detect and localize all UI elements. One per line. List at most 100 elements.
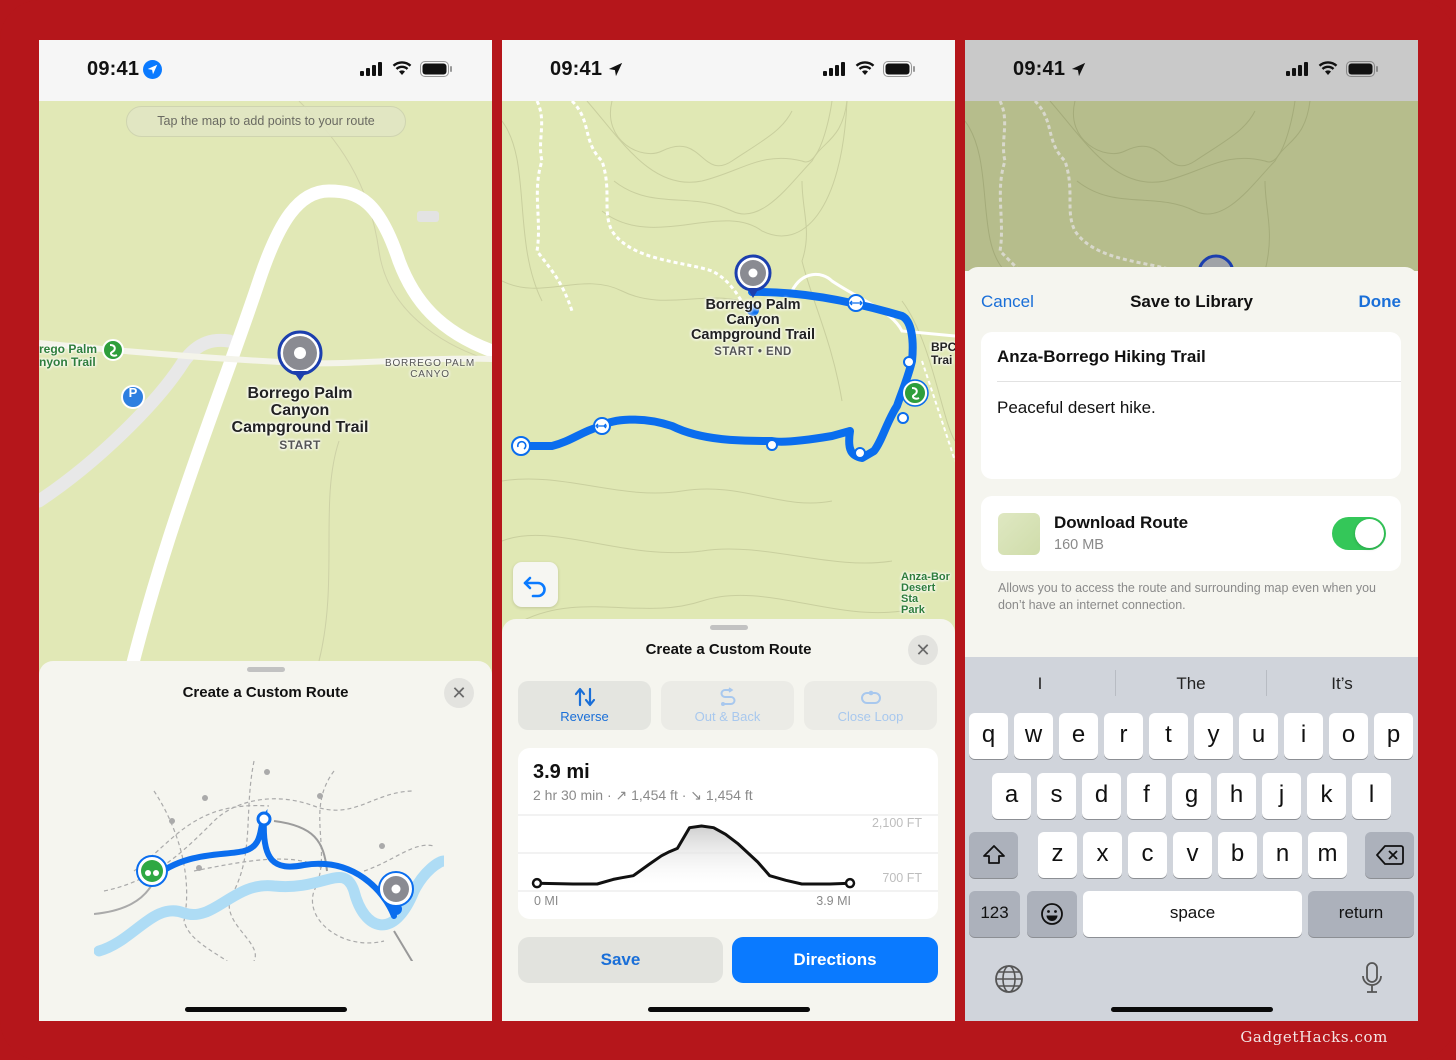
emoji-key[interactable] [1027, 891, 1077, 937]
elevation-end-point [844, 877, 856, 889]
status-time: 09:41 [550, 58, 603, 80]
divider [997, 381, 1401, 382]
route-info-form: Anza-Borrego Hiking Trail Peaceful deser… [981, 332, 1401, 479]
route-name-field[interactable]: Anza-Borrego Hiking Trail [997, 347, 1206, 367]
x-tick-label: 0 MI [534, 894, 558, 908]
keyboard: I The It’s qwertyuiop asdfghjkl zxcvbnm … [965, 657, 1418, 1021]
route-waypoint-icon [256, 811, 272, 827]
dimmed-map-view [965, 101, 1418, 271]
topographic-map-view[interactable] [502, 101, 955, 661]
key-k[interactable]: k [1307, 773, 1346, 819]
globe-icon[interactable] [994, 964, 1024, 994]
route-start-label: Borrego Palm Canyon Campground Trail STA… [231, 385, 369, 453]
undo-button[interactable] [513, 562, 558, 607]
close-button[interactable]: ✕ [444, 678, 474, 708]
reverse-icon [574, 687, 595, 707]
key-x[interactable]: x [1083, 832, 1122, 878]
save-button[interactable]: Save [518, 937, 723, 983]
elevation-start-point [531, 877, 543, 889]
shift-key[interactable] [969, 832, 1018, 878]
x-tick-label: 3.9 MI [816, 894, 851, 908]
key-s[interactable]: s [1037, 773, 1076, 819]
home-indicator[interactable] [1110, 1007, 1273, 1012]
key-w[interactable]: w [1014, 713, 1053, 759]
key-t[interactable]: t [1149, 713, 1188, 759]
elevation-chart: 2,100 FT 700 FT 0 MI 3.9 MI [518, 814, 938, 908]
route-duration: 2 hr 30 min [533, 787, 604, 803]
cellular-signal-icon [823, 62, 845, 76]
key-n[interactable]: n [1263, 832, 1302, 878]
toggle-knob [1355, 519, 1384, 548]
custom-route-sheet: Create a Custom Route ✕ Reverse Out & Ba… [502, 619, 955, 1021]
key-h[interactable]: h [1217, 773, 1256, 819]
key-l[interactable]: l [1352, 773, 1391, 819]
key-v[interactable]: v [1173, 832, 1212, 878]
cellular-signal-icon [360, 62, 382, 76]
undo-arrow-icon [523, 576, 546, 598]
suggestion[interactable]: I [965, 674, 1115, 694]
key-o[interactable]: o [1329, 713, 1368, 759]
key-b[interactable]: b [1218, 832, 1257, 878]
route-ascent: 1,454 ft [631, 787, 678, 803]
directions-button[interactable]: Directions [732, 937, 938, 983]
key-z[interactable]: z [1038, 832, 1077, 878]
custom-route-sheet: Create a Custom Route ✕ [39, 661, 492, 1021]
numbers-key[interactable]: 123 [969, 891, 1020, 937]
phone-screen-create-route-start: 09:41 Tap the map to add points to your … [39, 40, 492, 1021]
key-g[interactable]: g [1172, 773, 1211, 819]
save-to-library-sheet: Cancel Save to Library Done Anza-Borrego… [965, 267, 1418, 659]
space-key[interactable]: space [1083, 891, 1302, 937]
battery-icon [1346, 61, 1378, 77]
parking-glyph: P [128, 385, 138, 400]
key-i[interactable]: i [1284, 713, 1323, 759]
home-indicator[interactable] [184, 1007, 347, 1012]
y-tick-label: 2,100 FT [872, 816, 922, 830]
download-toggle[interactable] [1332, 517, 1386, 550]
sheet-title: Save to Library [1130, 292, 1253, 311]
key-m[interactable]: m [1308, 832, 1347, 878]
return-key[interactable]: return [1308, 891, 1414, 937]
location-arrow-icon [1071, 62, 1086, 77]
key-d[interactable]: d [1082, 773, 1121, 819]
close-button[interactable]: ✕ [908, 635, 938, 665]
download-route-row: Download Route 160 MB [981, 496, 1401, 571]
watermark: GadgetHacks.com [1240, 1028, 1388, 1046]
battery-icon [883, 61, 915, 77]
key-e[interactable]: e [1059, 713, 1098, 759]
route-distance: 3.9 mi [533, 761, 590, 783]
key-c[interactable]: c [1128, 832, 1167, 878]
done-button[interactable]: Done [1359, 292, 1402, 312]
turnaround-icon [511, 436, 531, 456]
key-q[interactable]: q [969, 713, 1008, 759]
status-bar: 09:41 [39, 40, 492, 101]
sheet-grabber[interactable] [709, 625, 748, 630]
microphone-icon[interactable] [1361, 961, 1383, 995]
suggestion[interactable]: It’s [1267, 674, 1417, 694]
status-bar: 09:41 [502, 40, 955, 101]
reverse-button[interactable]: Reverse [518, 681, 651, 730]
status-bar: 09:41 [965, 40, 1418, 101]
ascent-icon: ↗ [615, 787, 628, 803]
shift-icon [982, 845, 1005, 864]
download-route-title: Download Route [1054, 513, 1189, 532]
key-y[interactable]: y [1194, 713, 1233, 759]
route-notes-field[interactable]: Peaceful desert hike. [997, 398, 1156, 418]
delete-key[interactable] [1365, 832, 1414, 878]
key-u[interactable]: u [1239, 713, 1278, 759]
custom-route-illustration [94, 760, 444, 961]
close-loop-icon [860, 690, 881, 704]
road-label: BORREGO PALM CANYO [385, 358, 475, 380]
key-f[interactable]: f [1127, 773, 1166, 819]
key-a[interactable]: a [992, 773, 1031, 819]
home-indicator[interactable] [647, 1007, 810, 1012]
sheet-grabber[interactable] [246, 667, 285, 672]
download-size: 160 MB [1054, 537, 1104, 553]
state-park-label: Anza-Bor Desert Sta Park [901, 571, 950, 616]
key-r[interactable]: r [1104, 713, 1143, 759]
key-j[interactable]: j [1262, 773, 1301, 819]
out-and-back-button[interactable]: Out & Back [661, 681, 794, 730]
key-p[interactable]: p [1374, 713, 1413, 759]
download-footnote: Allows you to access the route and surro… [998, 581, 1377, 612]
suggestion[interactable]: The [1116, 674, 1266, 694]
close-loop-button[interactable]: Close Loop [804, 681, 937, 730]
